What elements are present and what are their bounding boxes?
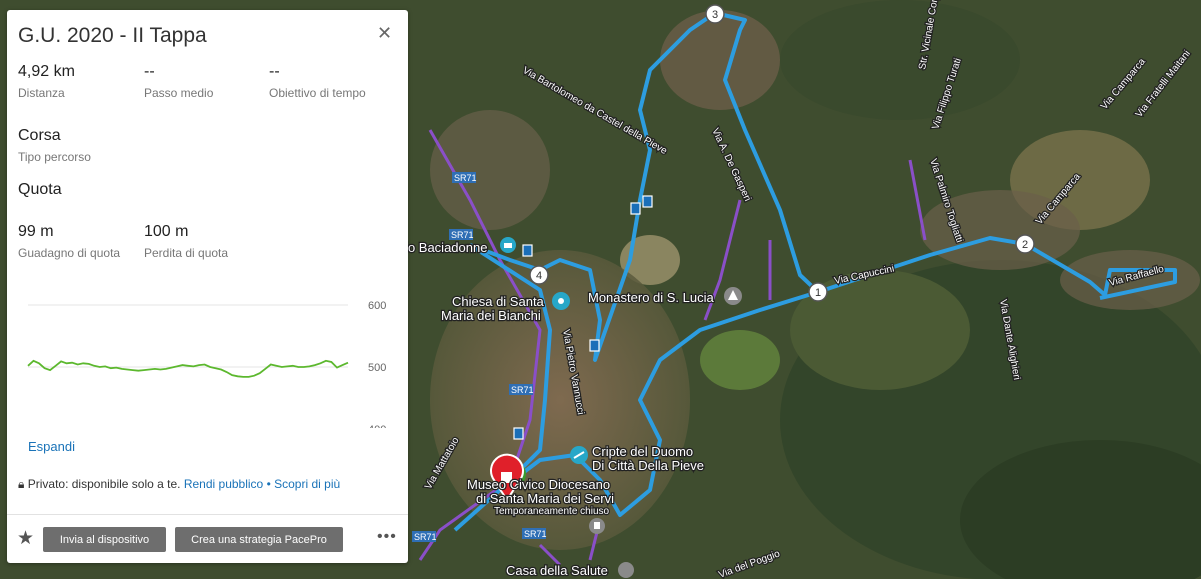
svg-text:4: 4 (536, 270, 542, 282)
course-title: G.U. 2020 - II Tappa (18, 24, 207, 47)
elevation-loss-label: Perdita di quota (144, 246, 229, 260)
privacy-text: Privato: disponibile solo a te. (27, 477, 181, 491)
create-pacepro-button[interactable]: Crea una strategia PacePro (175, 527, 343, 552)
star-icon[interactable]: ★ (17, 527, 34, 550)
map-label-temp: Temporaneamente chiuso (494, 506, 610, 517)
chart-y-tick-label: 500 (368, 362, 386, 374)
map-label-museo-2: di Santa Maria dei Servi (476, 491, 614, 506)
route-marker-1[interactable]: 1 (808, 282, 828, 302)
svg-text:1: 1 (815, 287, 821, 299)
hospital-poi-icon[interactable] (618, 562, 634, 578)
map-label-chiesa-2: Maria dei Bianchi (441, 308, 541, 323)
monastery-poi-icon[interactable] (724, 287, 742, 305)
map-label-cripte-1: Cripte del Duomo (592, 444, 693, 459)
map-label-sr71-a: SR71 (454, 173, 477, 183)
route-marker-3[interactable]: 3 (705, 4, 725, 24)
elevation-gain-value: 99 m (18, 223, 54, 240)
lock-icon: 🔒︎ (18, 477, 25, 491)
chart-y-tick-label: 400 (368, 424, 386, 428)
map-label-sr71-d: SR71 (524, 529, 547, 539)
close-icon[interactable]: ✕ (377, 24, 392, 42)
distance-label: Distanza (18, 86, 65, 100)
time-goal-value: -- (269, 63, 280, 80)
elevation-series-line (27, 359, 349, 378)
elevation-heading: Quota (18, 181, 62, 198)
map-label-sr71-e: SR71 (414, 532, 437, 542)
elevation-chart[interactable]: 600 500 400 (18, 288, 388, 428)
map-label-monastero: Monastero di S. Lucia (588, 290, 715, 305)
museum-poi-icon-2[interactable] (500, 237, 516, 253)
privacy-notice: 🔒︎ Privato: disponibile solo a te. Rendi… (18, 477, 340, 492)
learn-more-link[interactable]: Scopri di più (274, 477, 340, 491)
elevation-loss-value: 100 m (144, 223, 189, 240)
distance-value: 4,92 km (18, 63, 75, 80)
activity-type-label: Tipo percorso (18, 150, 91, 164)
course-detail-panel: G.U. 2020 - II Tappa ✕ 4,92 km Distanza … (7, 10, 408, 563)
avg-pace-value: -- (144, 63, 155, 80)
elevation-gain-label: Guadagno di quota (18, 246, 121, 260)
svg-text:3: 3 (712, 9, 718, 21)
more-options-icon[interactable]: ••• (377, 528, 397, 546)
map-label-chiesa-1: Chiesa di Santa (452, 294, 545, 309)
map-label-cripte-2: Di Città Della Pieve (592, 458, 704, 473)
route-marker-2[interactable]: 2 (1015, 234, 1035, 254)
send-to-device-button[interactable]: Invia al dispositivo (43, 527, 166, 552)
avg-pace-label: Passo medio (144, 86, 214, 100)
museum-poi-icon[interactable] (552, 292, 570, 310)
privacy-separator: • (266, 477, 271, 491)
map-label-casa: Casa della Salute (506, 563, 608, 578)
map-label-sr71-b: SR71 (451, 230, 474, 240)
map-label-museo-1: Museo Civico Diocesano (467, 477, 610, 492)
route-marker-4[interactable]: 4 (529, 265, 549, 285)
panel-footer: ★ Invia al dispositivo Crea una strategi… (7, 514, 408, 563)
make-public-link[interactable]: Rendi pubblico (184, 477, 263, 491)
time-goal-label: Obiettivo di tempo (269, 86, 366, 100)
crypt-poi-icon[interactable] (570, 446, 588, 464)
chart-y-tick-label: 600 (368, 300, 386, 312)
expand-link[interactable]: Espandi (28, 439, 75, 454)
map-label-sr71-c: SR71 (511, 385, 534, 395)
activity-type-value: Corsa (18, 127, 61, 144)
church-poi-icon[interactable] (589, 518, 605, 534)
svg-text:2: 2 (1022, 239, 1028, 251)
